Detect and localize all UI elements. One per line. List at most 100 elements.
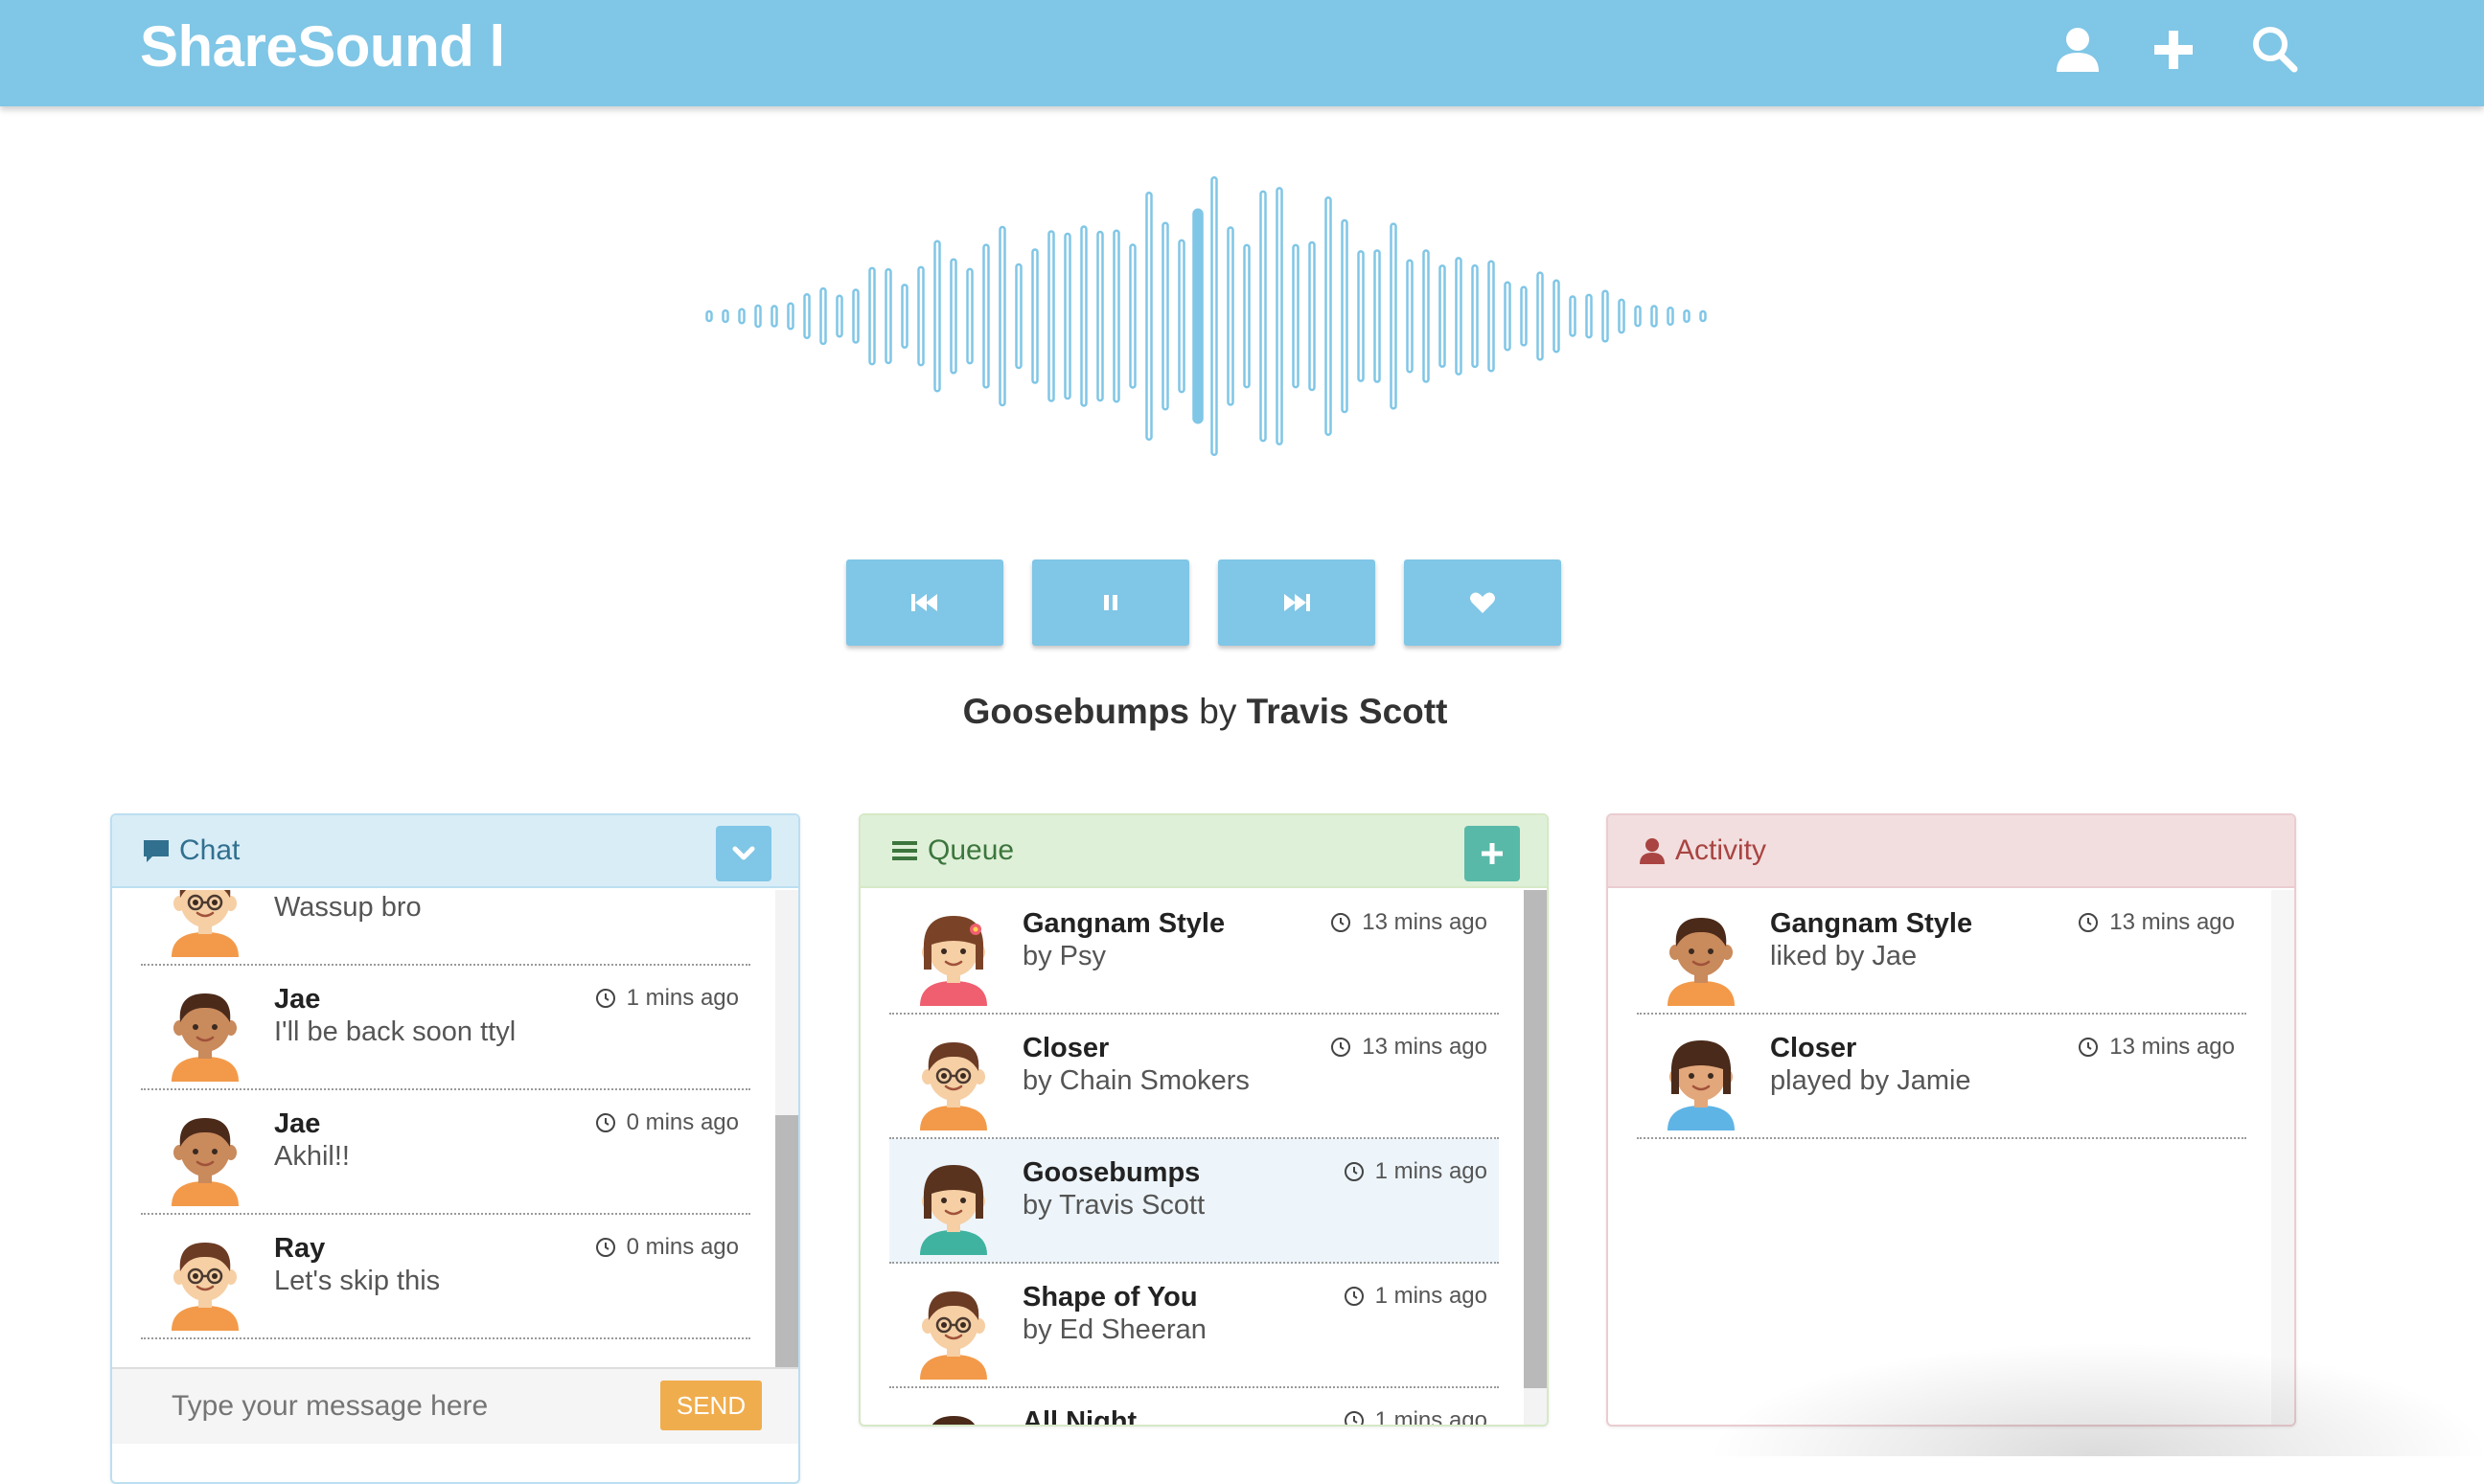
chevron-down-icon xyxy=(732,846,755,860)
waveform-bar xyxy=(1634,305,1642,328)
chat-panel-title: Chat xyxy=(141,834,240,867)
waveform-bar xyxy=(1276,187,1283,445)
waveform-bar xyxy=(1406,259,1414,374)
item-subtitle: by Chain Smokers xyxy=(1023,1065,1250,1096)
clock-icon xyxy=(595,1113,615,1132)
app-brand[interactable]: ShareSound l xyxy=(140,13,505,80)
waveform-bar xyxy=(1113,229,1120,403)
avatar xyxy=(912,906,995,1006)
avatar xyxy=(1660,1031,1742,1130)
comment-icon xyxy=(144,840,169,862)
queue-add-button[interactable] xyxy=(1464,826,1520,881)
clock-icon xyxy=(1344,1162,1364,1181)
waveform-bar xyxy=(1650,305,1658,328)
queue-item[interactable]: Closer by Chain Smokers 13 mins ago xyxy=(889,1015,1499,1139)
waveform-bar xyxy=(1601,289,1609,343)
avatar xyxy=(912,1031,995,1130)
item-title: Goosebumps xyxy=(1023,1157,1201,1188)
item-timestamp: 13 mins ago xyxy=(1329,909,1487,936)
avatar xyxy=(912,1404,995,1425)
waveform-bar xyxy=(1292,243,1300,389)
heart-icon xyxy=(1470,592,1495,613)
item-timestamp: 13 mins ago xyxy=(2077,1034,2235,1061)
timestamp-text: 13 mins ago xyxy=(1362,909,1487,935)
chat-message[interactable]: Jae Akhil!! 0 mins ago xyxy=(141,1090,750,1215)
chat-scrollbar[interactable] xyxy=(775,890,798,1379)
queue-item[interactable]: Gangnam Style by Psy 13 mins ago xyxy=(889,890,1499,1015)
activity-scrollbar[interactable] xyxy=(2271,890,2294,1425)
chat-message[interactable]: Ray Let's skip this 0 mins ago xyxy=(141,1215,750,1339)
plus-icon[interactable] xyxy=(2145,21,2202,79)
waveform-bar xyxy=(1699,309,1707,323)
waveform-bar xyxy=(1064,232,1071,400)
clock-icon xyxy=(1344,1287,1364,1306)
activity-item[interactable]: Gangnam Style liked by Jae 13 mins ago xyxy=(1637,890,2246,1015)
previous-button[interactable] xyxy=(846,559,1003,646)
waveform-bar xyxy=(819,286,827,346)
item-subtitle: liked by Jae xyxy=(1770,941,1918,971)
waveform-bar xyxy=(966,267,974,365)
waveform-bar xyxy=(770,305,778,328)
clock-icon xyxy=(595,989,615,1008)
item-title: Shape of You xyxy=(1023,1282,1198,1313)
chat-collapse-button[interactable] xyxy=(716,826,771,881)
waveform-bar xyxy=(1259,190,1267,443)
queue-scroll-thumb[interactable] xyxy=(1524,890,1547,1388)
avatar xyxy=(164,982,246,1082)
item-title: Jae xyxy=(274,984,321,1015)
queue-item[interactable]: All Night 1 mins ago xyxy=(889,1388,1499,1425)
activity-list[interactable]: Gangnam Style liked by Jae 13 mins ago Clos… xyxy=(1608,890,2294,1425)
activity-panel: Activity Gangnam Style liked by Jae 13 min… xyxy=(1606,813,2296,1427)
item-title: Jae xyxy=(274,1108,321,1139)
queue-scrollbar[interactable] xyxy=(1524,890,1547,1425)
clock-icon xyxy=(2079,913,2099,932)
chat-message-input[interactable] xyxy=(141,1382,620,1430)
waveform-bar xyxy=(1536,271,1544,361)
queue-list[interactable]: Gangnam Style by Psy 13 mins ago Closer by C… xyxy=(861,890,1547,1425)
timestamp-text: 1 mins ago xyxy=(626,985,739,1011)
clock-icon xyxy=(1331,1038,1351,1057)
timestamp-text: 1 mins ago xyxy=(1374,1158,1487,1184)
waveform-bar xyxy=(1178,239,1185,394)
queue-item[interactable]: Goosebumps by Travis Scott 1 mins ago xyxy=(889,1139,1499,1264)
audio-waveform[interactable] xyxy=(700,163,1715,469)
chat-message[interactable]: Jae I'll be back soon ttyl 1 mins ago xyxy=(141,966,750,1090)
activity-item[interactable]: Closer played by Jamie 13 mins ago xyxy=(1637,1015,2246,1139)
chat-message-list[interactable]: Wassup bro Jae I'll be back soon ttyl 1 min… xyxy=(112,890,798,1379)
list-icon xyxy=(892,841,917,860)
clock-icon xyxy=(595,1238,615,1257)
item-title: Gangnam Style xyxy=(1770,908,1973,939)
waveform-bar xyxy=(754,304,762,329)
queue-item[interactable]: Shape of You by Ed Sheeran 1 mins ago xyxy=(889,1264,1499,1388)
item-timestamp: 1 mins ago xyxy=(1343,1283,1487,1310)
user-icon[interactable] xyxy=(2049,21,2106,79)
waveform-bar xyxy=(999,225,1006,407)
queue-panel-title: Queue xyxy=(889,834,1014,867)
avatar xyxy=(164,1107,246,1206)
chat-message[interactable]: Wassup bro xyxy=(141,890,750,966)
item-timestamp: 1 mins ago xyxy=(1343,1407,1487,1425)
send-button[interactable]: SEND xyxy=(660,1381,762,1430)
avatar xyxy=(164,890,246,957)
avatar xyxy=(912,1155,995,1255)
item-timestamp: 1 mins ago xyxy=(594,985,739,1012)
next-button[interactable] xyxy=(1218,559,1375,646)
timestamp-text: 1 mins ago xyxy=(1374,1407,1487,1425)
waveform-bar xyxy=(950,258,957,375)
like-button[interactable] xyxy=(1404,559,1561,646)
waveform-bar xyxy=(1324,195,1332,437)
item-title: Closer xyxy=(1770,1033,1857,1063)
waveform-bar xyxy=(722,308,729,324)
waveform-bar xyxy=(868,266,876,366)
waveform-bar xyxy=(1096,230,1104,402)
pause-button[interactable] xyxy=(1032,559,1189,646)
now-playing-artist: Travis Scott xyxy=(1246,692,1448,731)
player-controls xyxy=(846,559,1561,646)
waveform-bar xyxy=(1455,257,1462,376)
next-icon xyxy=(1284,594,1310,611)
search-icon[interactable] xyxy=(2246,21,2304,79)
timestamp-text: 13 mins ago xyxy=(2109,909,2235,935)
chat-scroll-thumb[interactable] xyxy=(775,1115,798,1379)
waveform-bar xyxy=(1162,221,1169,411)
previous-icon xyxy=(911,594,937,611)
